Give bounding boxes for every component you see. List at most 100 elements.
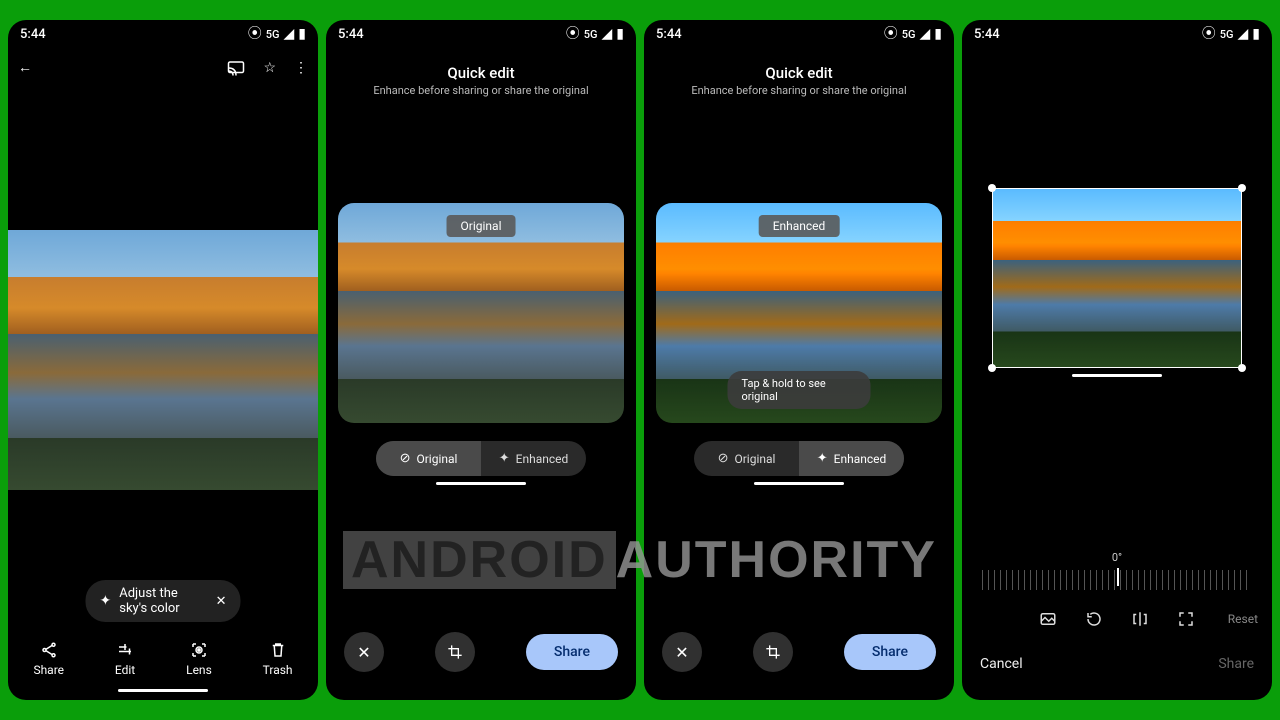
- hotspot-icon: ⦿: [1202, 27, 1216, 41]
- status-icons: ⦿ 5G ◢ ▮: [248, 27, 306, 41]
- share-icon: [40, 641, 58, 659]
- crop-handle-tr[interactable]: [1238, 184, 1246, 192]
- share-button[interactable]: Share: [526, 634, 618, 670]
- photo[interactable]: Original: [338, 203, 624, 423]
- status-bar: 5:44 ⦿ 5G ◢ ▮: [962, 20, 1272, 48]
- crop-icon: [447, 644, 463, 660]
- hotspot-icon: ⦿: [884, 27, 898, 41]
- expand-icon[interactable]: [1177, 610, 1195, 628]
- clock: 5:44: [20, 27, 46, 42]
- crop-handle-br[interactable]: [1238, 364, 1246, 372]
- edit-button[interactable]: Edit: [115, 641, 135, 677]
- signal-icon: ◢: [1238, 27, 1249, 41]
- sparkle-icon: ✦: [100, 594, 112, 608]
- tap-hold-hint: Tap & hold to see original: [728, 371, 871, 409]
- hotspot-icon: ⦿: [248, 27, 262, 41]
- no-filter-icon: ⊘: [400, 451, 411, 466]
- share-button[interactable]: Share: [1218, 656, 1254, 672]
- crop-tools: Reset: [962, 610, 1272, 628]
- crop-icon: [765, 644, 781, 660]
- screen-quick-edit-original: 5:44 ⦿ 5G ◢ ▮ Quick edit Enhance before …: [326, 20, 636, 700]
- suggestion-chip[interactable]: ✦ Adjust the sky's color ✕: [86, 580, 241, 622]
- battery-icon: ▮: [298, 27, 306, 41]
- status-bar: 5:44 ⦿ 5G ◢ ▮: [326, 20, 636, 48]
- battery-icon: ▮: [934, 27, 942, 41]
- crop-bottom: Cancel Share: [962, 656, 1272, 672]
- seg-enhanced[interactable]: ✦ Enhanced: [481, 441, 586, 476]
- screen-crop: 5:44 ⦿ 5G ◢ ▮ 0° Reset Cancel Share: [962, 20, 1272, 700]
- quick-edit-header: Quick edit Enhance before sharing or sha…: [644, 48, 954, 103]
- angle-control: 0°: [962, 551, 1272, 590]
- star-icon[interactable]: ☆: [263, 61, 276, 75]
- close-icon[interactable]: ✕: [216, 594, 227, 609]
- crop-button[interactable]: [753, 632, 793, 672]
- trash-button[interactable]: Trash: [263, 641, 293, 677]
- crop-area[interactable]: [992, 188, 1242, 368]
- more-icon[interactable]: ⋮: [294, 61, 308, 75]
- photo-wrap: Enhanced Tap & hold to see original: [656, 203, 942, 423]
- status-bar: 5:44 ⦿ 5G ◢ ▮: [644, 20, 954, 48]
- lens-button[interactable]: Lens: [186, 641, 212, 677]
- no-filter-icon: ⊘: [718, 451, 729, 466]
- nav-handle[interactable]: [1072, 374, 1162, 377]
- clock: 5:44: [974, 27, 1000, 42]
- cancel-button[interactable]: Cancel: [980, 656, 1023, 672]
- network-label: 5G: [266, 28, 280, 41]
- seg-original[interactable]: ⊘ Original: [694, 441, 799, 476]
- aspect-icon[interactable]: [1039, 610, 1057, 628]
- close-icon: ✕: [357, 643, 370, 662]
- close-icon: ✕: [675, 643, 688, 662]
- close-button[interactable]: ✕: [662, 632, 702, 672]
- battery-icon: ▮: [616, 27, 624, 41]
- close-button[interactable]: ✕: [344, 632, 384, 672]
- share-button[interactable]: Share: [33, 641, 64, 677]
- segmented-control: ⊘ Original ✦ Enhanced: [376, 441, 586, 476]
- bottom-controls: ✕ Share: [644, 632, 954, 672]
- photo-wrap: Original: [338, 203, 624, 423]
- battery-icon: ▮: [1252, 27, 1260, 41]
- lens-icon: [190, 641, 208, 659]
- badge-original: Original: [447, 215, 516, 237]
- hotspot-icon: ⦿: [566, 27, 580, 41]
- signal-icon: ◢: [920, 27, 931, 41]
- signal-icon: ◢: [602, 27, 613, 41]
- clock: 5:44: [656, 27, 682, 42]
- trash-icon: [269, 641, 287, 659]
- flip-icon[interactable]: [1131, 610, 1149, 628]
- suggestion-label: Adjust the sky's color: [119, 586, 207, 616]
- crop-button[interactable]: [435, 632, 475, 672]
- cast-icon[interactable]: [227, 60, 245, 76]
- nav-handle[interactable]: [436, 482, 526, 485]
- nav-handle[interactable]: [118, 689, 208, 692]
- screen-quick-edit-enhanced: 5:44 ⦿ 5G ◢ ▮ Quick edit Enhance before …: [644, 20, 954, 700]
- clock: 5:44: [338, 27, 364, 42]
- status-bar: 5:44 ⦿ 5G ◢ ▮: [8, 20, 318, 48]
- screen-photo-viewer: 5:44 ⦿ 5G ◢ ▮ ← ☆ ⋮ ✦ Adjust the sky's c…: [8, 20, 318, 700]
- top-bar: ← ☆ ⋮: [8, 48, 318, 88]
- angle-value: 0°: [962, 551, 1272, 564]
- reset-button[interactable]: Reset: [1228, 612, 1258, 626]
- badge-enhanced: Enhanced: [759, 215, 840, 237]
- wand-icon: ✦: [817, 451, 828, 466]
- share-button[interactable]: Share: [844, 634, 936, 670]
- crop-handle-tl[interactable]: [988, 184, 996, 192]
- back-icon[interactable]: ←: [18, 61, 32, 75]
- photo-area[interactable]: [8, 88, 318, 631]
- quick-edit-header: Quick edit Enhance before sharing or sha…: [326, 48, 636, 103]
- nav-handle[interactable]: [754, 482, 844, 485]
- photo: [8, 230, 318, 490]
- rotate-icon[interactable]: [1085, 610, 1103, 628]
- photo[interactable]: Enhanced Tap & hold to see original: [656, 203, 942, 423]
- segmented-control: ⊘ Original ✦ Enhanced: [694, 441, 904, 476]
- wand-icon: ✦: [499, 451, 510, 466]
- quick-edit-subtitle: Enhance before sharing or share the orig…: [326, 84, 636, 97]
- seg-enhanced[interactable]: ✦ Enhanced: [799, 441, 904, 476]
- quick-edit-title: Quick edit: [326, 64, 636, 82]
- signal-icon: ◢: [284, 27, 295, 41]
- angle-slider[interactable]: [982, 570, 1252, 590]
- edit-icon: [116, 641, 134, 659]
- crop-photo[interactable]: [992, 188, 1242, 368]
- bottom-controls: ✕ Share: [326, 632, 636, 672]
- crop-handle-bl[interactable]: [988, 364, 996, 372]
- seg-original[interactable]: ⊘ Original: [376, 441, 481, 476]
